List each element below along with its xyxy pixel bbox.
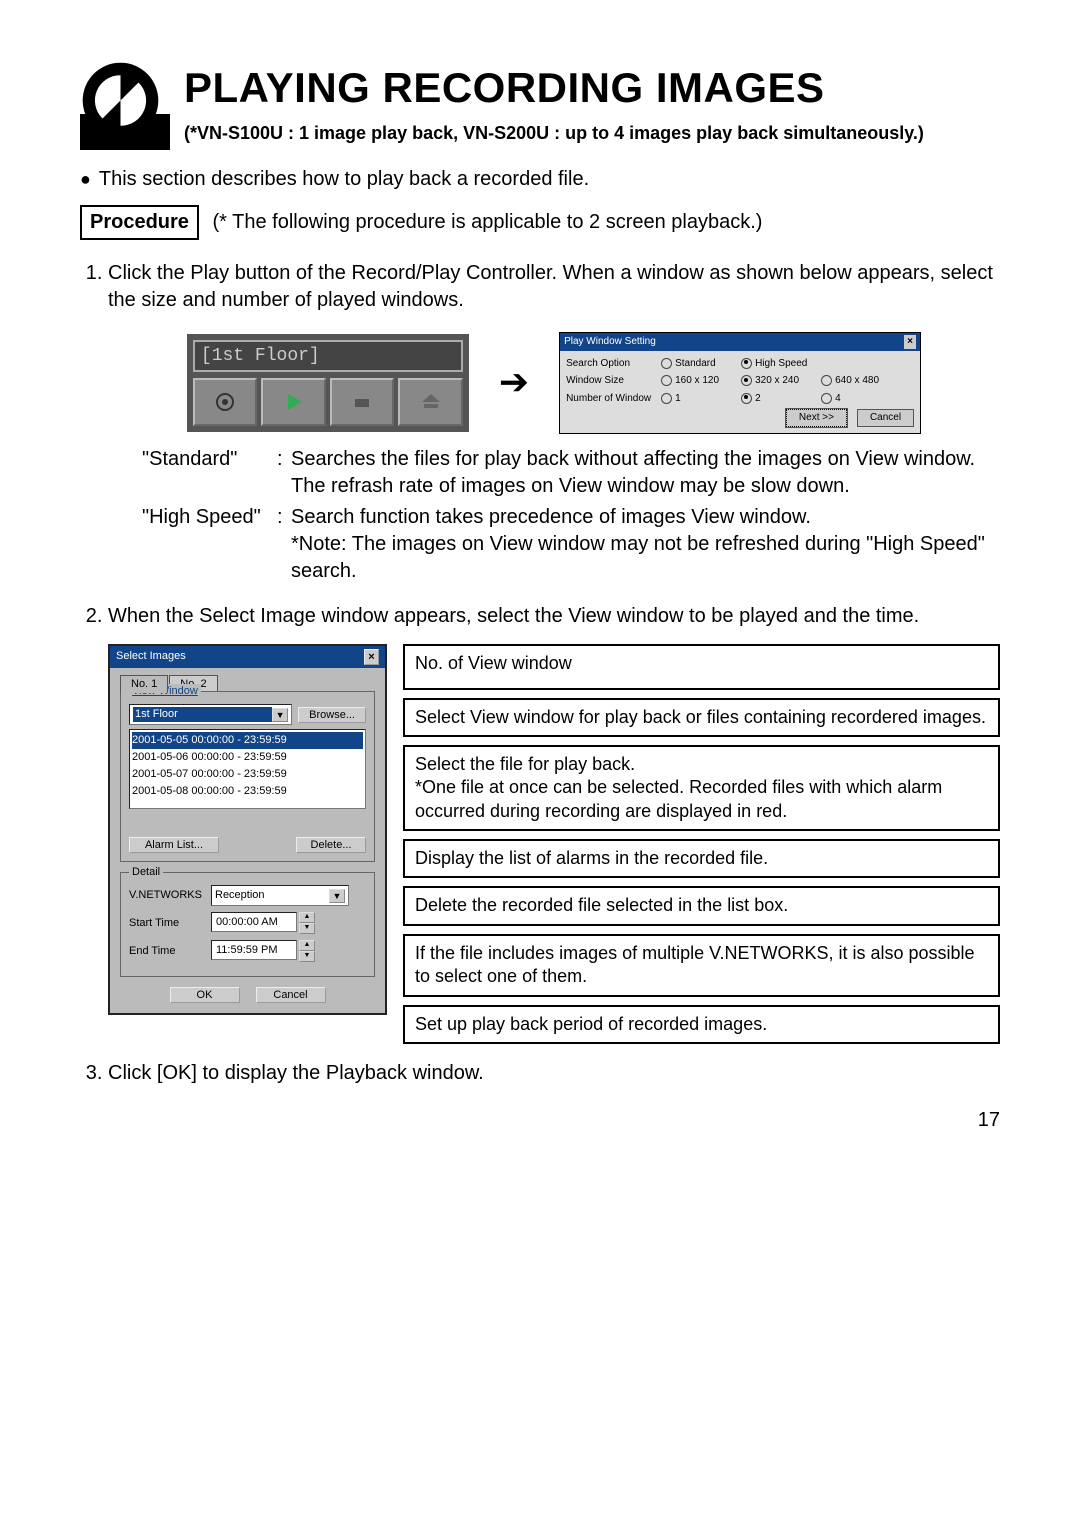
step-2-text: When the Select Image window appears, se… bbox=[108, 605, 919, 627]
vnetworks-dropdown[interactable]: Reception ▼ bbox=[211, 885, 349, 906]
list-item[interactable]: 2001-05-07 00:00:00 - 23:59:59 bbox=[132, 766, 363, 783]
detail-legend: Detail bbox=[129, 865, 163, 880]
slash-circle-icon bbox=[80, 60, 170, 150]
callout-alarm-list: Display the list of alarms in the record… bbox=[403, 839, 1000, 878]
highspeed-term: "High Speed" bbox=[142, 504, 277, 585]
callout-vnetworks: If the file includes images of multiple … bbox=[403, 934, 1000, 997]
pause-stop-button[interactable] bbox=[330, 378, 395, 426]
radio-320[interactable] bbox=[741, 375, 752, 386]
start-time-spinner[interactable]: ▲▼ bbox=[299, 912, 315, 934]
record-icon bbox=[214, 391, 236, 413]
start-time-field[interactable]: 00:00:00 AM bbox=[211, 912, 297, 932]
alarm-list-button[interactable]: Alarm List... bbox=[129, 837, 219, 853]
cancel-button[interactable]: Cancel bbox=[256, 987, 326, 1003]
radio-num1[interactable] bbox=[661, 393, 672, 404]
search-option-label: Search Option bbox=[566, 357, 661, 371]
select-images-dialog: Select Images × No. 1 No. 2 View Window … bbox=[108, 644, 387, 1016]
play-icon bbox=[283, 391, 305, 413]
radio-640[interactable] bbox=[821, 375, 832, 386]
bullet-icon: ● bbox=[80, 167, 91, 191]
radio-num4[interactable] bbox=[821, 393, 832, 404]
callout-period: Set up play back period of recorded imag… bbox=[403, 1005, 1000, 1044]
page-title: PLAYING RECORDING IMAGES bbox=[184, 60, 924, 117]
callout-view-no: No. of View window bbox=[403, 644, 1000, 690]
standard-term: "Standard" bbox=[142, 446, 277, 500]
end-time-label: End Time bbox=[129, 944, 211, 959]
list-item[interactable]: 2001-05-06 00:00:00 - 23:59:59 bbox=[132, 749, 363, 766]
callout-select-view: Select View window for play back or file… bbox=[403, 698, 1000, 737]
highspeed-desc2: *Note: The images on View window may not… bbox=[291, 533, 985, 582]
record-button[interactable] bbox=[193, 378, 258, 426]
chevron-down-icon: ▼ bbox=[299, 923, 315, 934]
vnetworks-label: V.NETWORKS bbox=[129, 888, 211, 903]
delete-button[interactable]: Delete... bbox=[296, 837, 366, 853]
radio-standard[interactable] bbox=[661, 358, 672, 369]
toolbar-title: [1st Floor] bbox=[193, 340, 463, 372]
tab-no1[interactable]: No. 1 bbox=[120, 675, 168, 693]
window-size-label: Window Size bbox=[566, 374, 661, 388]
play-button[interactable] bbox=[261, 378, 326, 426]
eject-icon bbox=[420, 391, 442, 413]
page-subtitle: (*VN-S100U : 1 image play back, VN-S200U… bbox=[184, 121, 924, 145]
chevron-up-icon: ▲ bbox=[299, 940, 315, 951]
close-icon[interactable]: × bbox=[364, 649, 379, 666]
chevron-down-icon: ▼ bbox=[329, 889, 345, 903]
ok-button[interactable]: OK bbox=[170, 987, 240, 1003]
standard-desc: Searches the files for play back without… bbox=[291, 446, 1000, 500]
list-item[interactable]: 2001-05-05 00:00:00 - 23:59:59 bbox=[132, 732, 363, 749]
radio-160[interactable] bbox=[661, 375, 672, 386]
select-images-title: Select Images bbox=[116, 649, 186, 666]
chevron-down-icon: ▼ bbox=[299, 951, 315, 962]
arrow-right-icon: ➔ bbox=[499, 358, 529, 407]
num-window-label: Number of Window bbox=[566, 392, 661, 406]
page-number: 17 bbox=[80, 1107, 1000, 1134]
radio-num2[interactable] bbox=[741, 393, 752, 404]
chevron-down-icon: ▼ bbox=[272, 708, 288, 722]
start-time-label: Start Time bbox=[129, 916, 211, 931]
stop-icon bbox=[351, 391, 373, 413]
callout-delete: Delete the recorded file selected in the… bbox=[403, 886, 1000, 925]
cancel-button[interactable]: Cancel bbox=[857, 409, 914, 427]
procedure-note: (* The following procedure is applicable… bbox=[213, 211, 763, 233]
end-time-field[interactable]: 11:59:59 PM bbox=[211, 940, 297, 960]
eject-button[interactable] bbox=[398, 378, 463, 426]
end-time-spinner[interactable]: ▲▼ bbox=[299, 940, 315, 962]
play-window-setting-dialog: Play Window Setting × Search Option Stan… bbox=[559, 332, 921, 434]
chevron-up-icon: ▲ bbox=[299, 912, 315, 923]
dialog-title: Play Window Setting bbox=[564, 335, 656, 349]
close-icon[interactable]: × bbox=[904, 335, 916, 349]
file-listbox[interactable]: 2001-05-05 00:00:00 - 23:59:59 2001-05-0… bbox=[129, 729, 366, 809]
record-play-toolbar: [1st Floor] bbox=[187, 334, 469, 432]
step-1-text: Click the Play button of the Record/Play… bbox=[108, 262, 993, 311]
highspeed-desc1: Search function takes precedence of imag… bbox=[291, 506, 811, 528]
intro-text: This section describes how to play back … bbox=[99, 166, 589, 193]
callout-select-file: Select the file for play back. *One file… bbox=[403, 745, 1000, 831]
browse-button[interactable]: Browse... bbox=[298, 707, 366, 723]
next-button[interactable]: Next >> bbox=[786, 409, 847, 427]
view-window-dropdown[interactable]: 1st Floor ▼ bbox=[129, 704, 292, 725]
radio-highspeed[interactable] bbox=[741, 358, 752, 369]
procedure-label: Procedure bbox=[80, 205, 199, 240]
list-item[interactable]: 2001-05-08 00:00:00 - 23:59:59 bbox=[132, 783, 363, 800]
step-3-text: Click [OK] to display the Playback windo… bbox=[108, 1062, 484, 1084]
